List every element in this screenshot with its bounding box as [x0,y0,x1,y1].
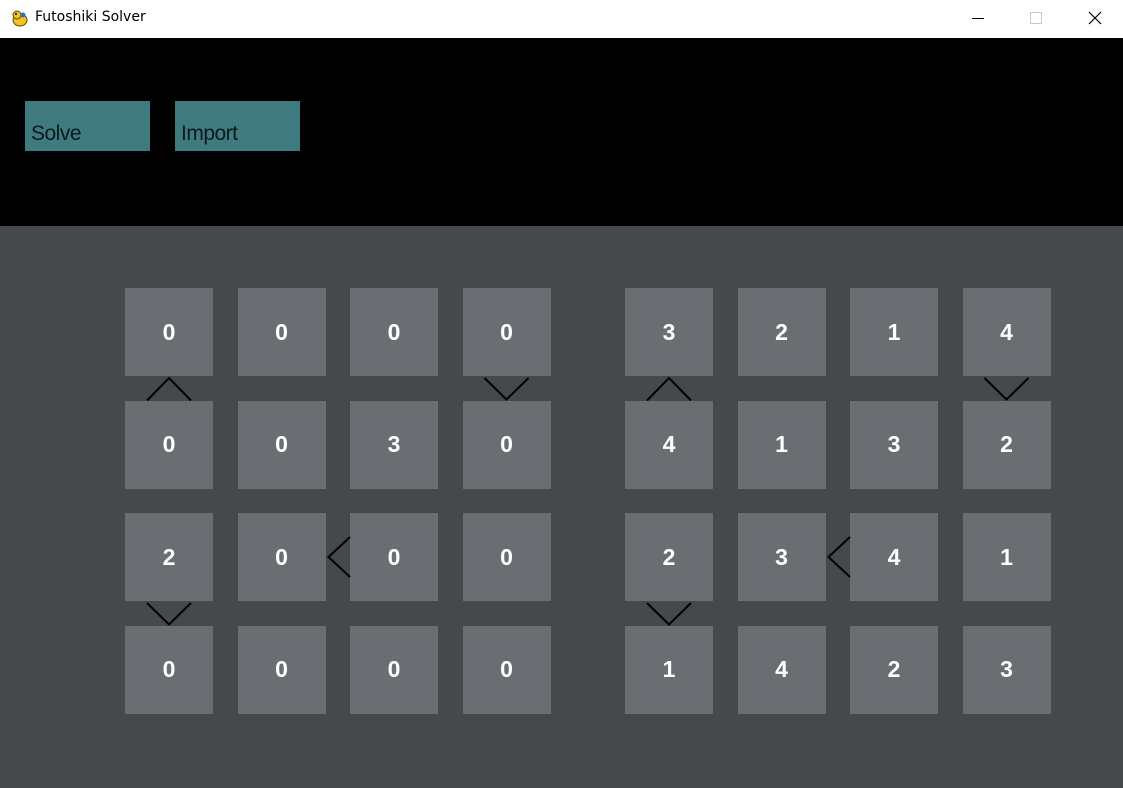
import-button[interactable]: Import [175,101,300,151]
solution-constraint-down [646,602,692,626]
puzzle-constraint-up [146,376,192,402]
puzzle-constraint-less [327,536,351,578]
pygame-snake-icon [12,10,28,27]
close-button[interactable] [1065,0,1123,38]
solution-constraint-less [827,536,851,578]
solution-constraint-up [646,376,692,402]
close-icon [1088,11,1102,25]
puzzle-constraint-down [483,377,530,401]
title-bar: Futoshiki Solver [0,0,1123,38]
solution-constraint-down [983,377,1030,401]
window-title: Futoshiki Solver [35,9,146,25]
maximize-button[interactable] [1007,0,1065,38]
board-area: 00000030200000003214413223411423 [0,226,1123,788]
minimize-icon [972,18,984,19]
constraint-layer [146,376,1030,626]
toolbar: Solve Import [0,38,1123,226]
puzzle-constraint-down [146,602,192,626]
maximize-icon [1030,12,1042,24]
minimize-button[interactable] [949,0,1007,38]
solve-button[interactable]: Solve [25,101,150,151]
